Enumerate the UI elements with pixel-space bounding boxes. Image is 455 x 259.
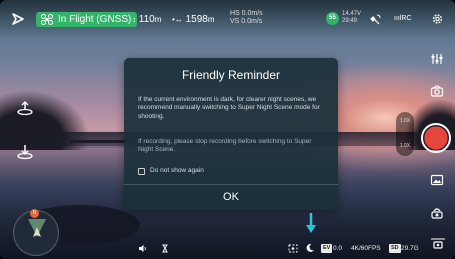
battery-voltage: 14.47V xyxy=(342,11,362,17)
storage-remaining: 29.7G xyxy=(401,245,419,252)
ev-tag: EV xyxy=(321,244,333,253)
signal-label: RC xyxy=(401,15,412,22)
zoom-selector[interactable]: 1.0X 1.0X xyxy=(396,112,414,156)
dialog-note: If recording, please stop recording befo… xyxy=(138,138,312,154)
distance-unit: m xyxy=(207,15,215,24)
zoom-level-top[interactable]: 1.0X xyxy=(396,118,414,124)
ev-value[interactable]: 0.0 xyxy=(333,245,342,252)
vertical-speed: VS 0.0m/s xyxy=(230,18,263,25)
map-north-badge: N xyxy=(30,209,39,218)
flight-mode-indicator[interactable]: In Flight (GNSS) xyxy=(36,12,138,27)
top-status-bar: In Flight (GNSS) ↕ 110m •↔ 1598m HS 0.0m… xyxy=(0,0,455,40)
tree-left xyxy=(0,90,90,150)
return-home-icon[interactable] xyxy=(16,143,34,161)
altitude-icon: ↕ xyxy=(132,15,136,24)
takeoff-icon[interactable] xyxy=(16,99,34,117)
tools-icon[interactable] xyxy=(161,244,169,253)
shutter-button[interactable] xyxy=(421,123,451,153)
battery-time: 29:49 xyxy=(342,18,358,24)
zoom-level-bottom[interactable]: 1.0X xyxy=(396,143,414,149)
horizontal-speed: HS 0.0m/s xyxy=(230,10,263,17)
altitude-unit: m xyxy=(154,15,162,24)
night-mode-icon[interactable] xyxy=(305,243,315,253)
focus-icon[interactable] xyxy=(288,244,298,253)
do-not-show-label[interactable]: Do not show again xyxy=(150,167,204,174)
rc-signal: ııılRC xyxy=(394,12,416,26)
distance-readout: •↔ 1598m xyxy=(172,14,215,26)
back-icon[interactable] xyxy=(10,11,26,27)
battery-details: 14.47V 29:49 xyxy=(342,11,361,25)
bottom-status-bar xyxy=(0,236,455,259)
gimbal-icon[interactable] xyxy=(430,206,444,220)
do-not-show-checkbox[interactable] xyxy=(138,168,145,175)
camera-mode-icon[interactable] xyxy=(430,84,444,98)
settings-icon[interactable] xyxy=(431,12,444,26)
volume-icon[interactable] xyxy=(138,244,147,253)
drone-icon xyxy=(41,14,53,25)
dialog-title: Friendly Reminder xyxy=(181,68,281,82)
altitude-readout: ↕ 110m xyxy=(132,14,161,26)
resolution-framerate[interactable]: 4K/60FPS xyxy=(351,245,381,252)
parameters-icon[interactable] xyxy=(430,52,444,66)
battery-badge: 55 xyxy=(326,12,339,25)
gallery-icon[interactable] xyxy=(430,173,444,187)
ok-button[interactable]: OK xyxy=(124,185,338,210)
satellite-icon xyxy=(370,14,381,25)
hint-arrow-icon xyxy=(306,213,316,233)
distance-value: 1598 xyxy=(185,14,208,25)
friendly-reminder-dialog: Friendly Reminder If the current environ… xyxy=(124,58,338,210)
dialog-message: If the current environment is dark, for … xyxy=(138,96,320,120)
storage-tag: SD xyxy=(389,244,401,253)
speed-readout: HS 0.0m/s VS 0.0m/s xyxy=(230,10,263,26)
distance-icon: •↔ xyxy=(172,15,183,24)
flight-mode-label: In Flight (GNSS) xyxy=(58,14,132,25)
altitude-value: 110 xyxy=(138,14,155,25)
